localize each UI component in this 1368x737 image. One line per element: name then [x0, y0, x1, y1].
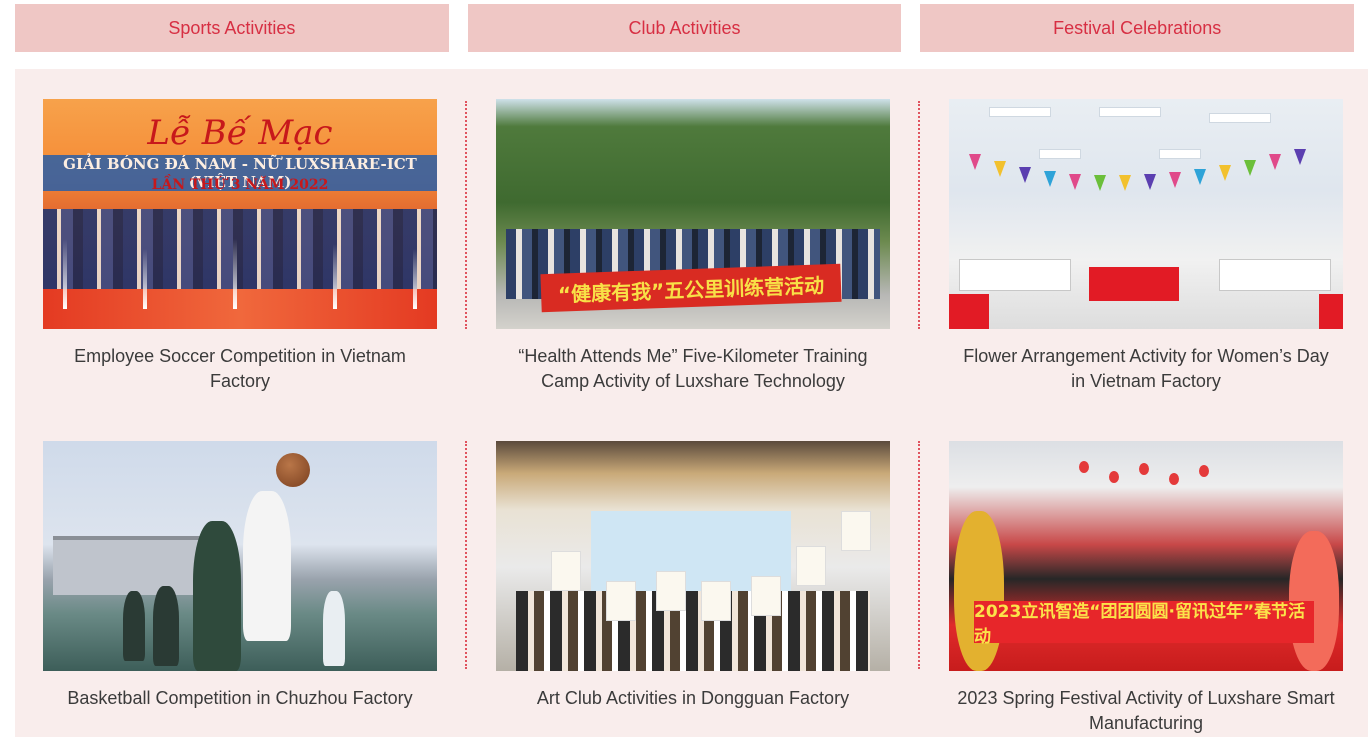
bunting-flag — [1169, 172, 1181, 188]
bunting-flag — [1144, 174, 1156, 190]
bunting-flag — [969, 154, 981, 170]
photo-banner: 2023立讯智造“团团圆圆·留讯过年”春节活动 — [974, 601, 1314, 647]
player-background — [123, 591, 145, 661]
firework-spark — [413, 249, 417, 309]
lantern — [1169, 473, 1179, 485]
basketball-ball — [276, 453, 310, 487]
art-club-photo — [496, 441, 890, 671]
activities-page: Sports Activities Club Activities Festiv… — [0, 0, 1368, 737]
flower-arrangement-photo — [949, 99, 1343, 329]
activity-caption: Basketball Competition in Chuzhou Factor… — [67, 688, 413, 708]
category-header-row: Sports Activities Club Activities Festiv… — [15, 4, 1355, 52]
ceiling-light — [989, 107, 1051, 117]
firework-spark — [333, 244, 337, 309]
painting — [751, 576, 781, 616]
lantern — [1079, 461, 1089, 473]
activity-card-soccer: Lễ Bế Mạc GIẢI BÓNG ĐÁ NAM - NỮ LUXSHARE… — [43, 99, 437, 441]
bunting-flag — [1244, 160, 1256, 176]
bunting-flag — [1119, 175, 1131, 191]
stage — [43, 289, 437, 329]
bunting-flag — [1294, 149, 1306, 165]
activity-caption: 2023 Spring Festival Activity of Luxshar… — [957, 688, 1335, 733]
bunting-flag — [1219, 165, 1231, 181]
lantern — [1139, 463, 1149, 475]
group-of-people — [516, 591, 870, 671]
activity-card-art: Art Club Activities in Dongguan Factory — [496, 441, 890, 737]
activity-card-basketball: Basketball Competition in Chuzhou Factor… — [43, 441, 437, 737]
activity-caption: Employee Soccer Competition in Vietnam F… — [74, 346, 406, 391]
factory-building — [53, 536, 203, 595]
firework-spark — [63, 239, 67, 309]
painting — [701, 581, 731, 621]
lantern — [1199, 465, 1209, 477]
ceiling-light — [1099, 107, 1161, 117]
table-row-left — [959, 259, 1071, 291]
firework-spark — [233, 239, 237, 309]
bunting-flag — [1044, 171, 1056, 187]
activity-caption: “Health Attends Me” Five-Kilometer Train… — [518, 346, 868, 391]
activity-card-spring: 2023立讯智造“团团圆圆·留讯过年”春节活动 2023 Spring Fest… — [949, 441, 1343, 737]
ceiling-light — [1159, 149, 1201, 159]
activity-card-health: “健康有我”五公里训练营活动 “Health Attends Me” Five-… — [496, 99, 890, 441]
player-defender — [193, 521, 241, 671]
firework-spark — [143, 249, 147, 309]
player-background — [153, 586, 179, 666]
bunting-flag — [1094, 175, 1106, 191]
activity-caption: Flower Arrangement Activity for Women’s … — [963, 346, 1329, 391]
painting — [796, 546, 826, 586]
tab-club-activities[interactable]: Club Activities — [467, 4, 902, 52]
photo-banner-edition: LẦN THỨ 3 NĂM 2022 — [151, 177, 329, 193]
bunting-flag — [1069, 174, 1081, 190]
ceiling-light — [1209, 113, 1271, 123]
spring-festival-photo: 2023立讯智造“团团圆圆·留讯过年”春节活动 — [949, 441, 1343, 671]
mascot-god-of-wealth — [954, 511, 1004, 671]
activities-grid: Lễ Bế Mạc GIẢI BÓNG ĐÁ NAM - NỮ LUXSHARE… — [43, 99, 1343, 737]
ceiling-light — [1039, 149, 1081, 159]
photo-banner-title: Lễ Bế Mạc — [147, 113, 333, 153]
bunting-flag — [1269, 154, 1281, 170]
painting — [551, 551, 581, 591]
activity-card-flower: Flower Arrangement Activity for Women’s … — [949, 99, 1343, 441]
red-table-cloth — [949, 294, 989, 329]
painting — [841, 511, 871, 551]
painting — [606, 581, 636, 621]
bunting-flag — [1019, 167, 1031, 183]
team-crowd — [43, 209, 437, 289]
painting — [656, 571, 686, 611]
basketball-photo — [43, 441, 437, 671]
bunting-flag — [1194, 169, 1206, 185]
activity-caption: Art Club Activities in Dongguan Factory — [536, 688, 850, 708]
table-row-right — [1219, 259, 1331, 291]
tab-festival-celebrations[interactable]: Festival Celebrations — [920, 4, 1355, 52]
red-table-cloth — [1319, 294, 1343, 329]
training-camp-photo: “健康有我”五公里训练营活动 — [496, 99, 890, 329]
activities-panel: Lễ Bế Mạc GIẢI BÓNG ĐÁ NAM - NỮ LUXSHARE… — [15, 69, 1368, 737]
soccer-ceremony-photo: Lễ Bế Mạc GIẢI BÓNG ĐÁ NAM - NỮ LUXSHARE… — [43, 99, 437, 329]
tab-sports-activities[interactable]: Sports Activities — [15, 4, 449, 52]
red-table-cloth — [1089, 267, 1179, 301]
lantern — [1109, 471, 1119, 483]
bunting-flag — [994, 161, 1006, 177]
player-jumping — [243, 491, 291, 641]
player-background — [323, 591, 345, 666]
